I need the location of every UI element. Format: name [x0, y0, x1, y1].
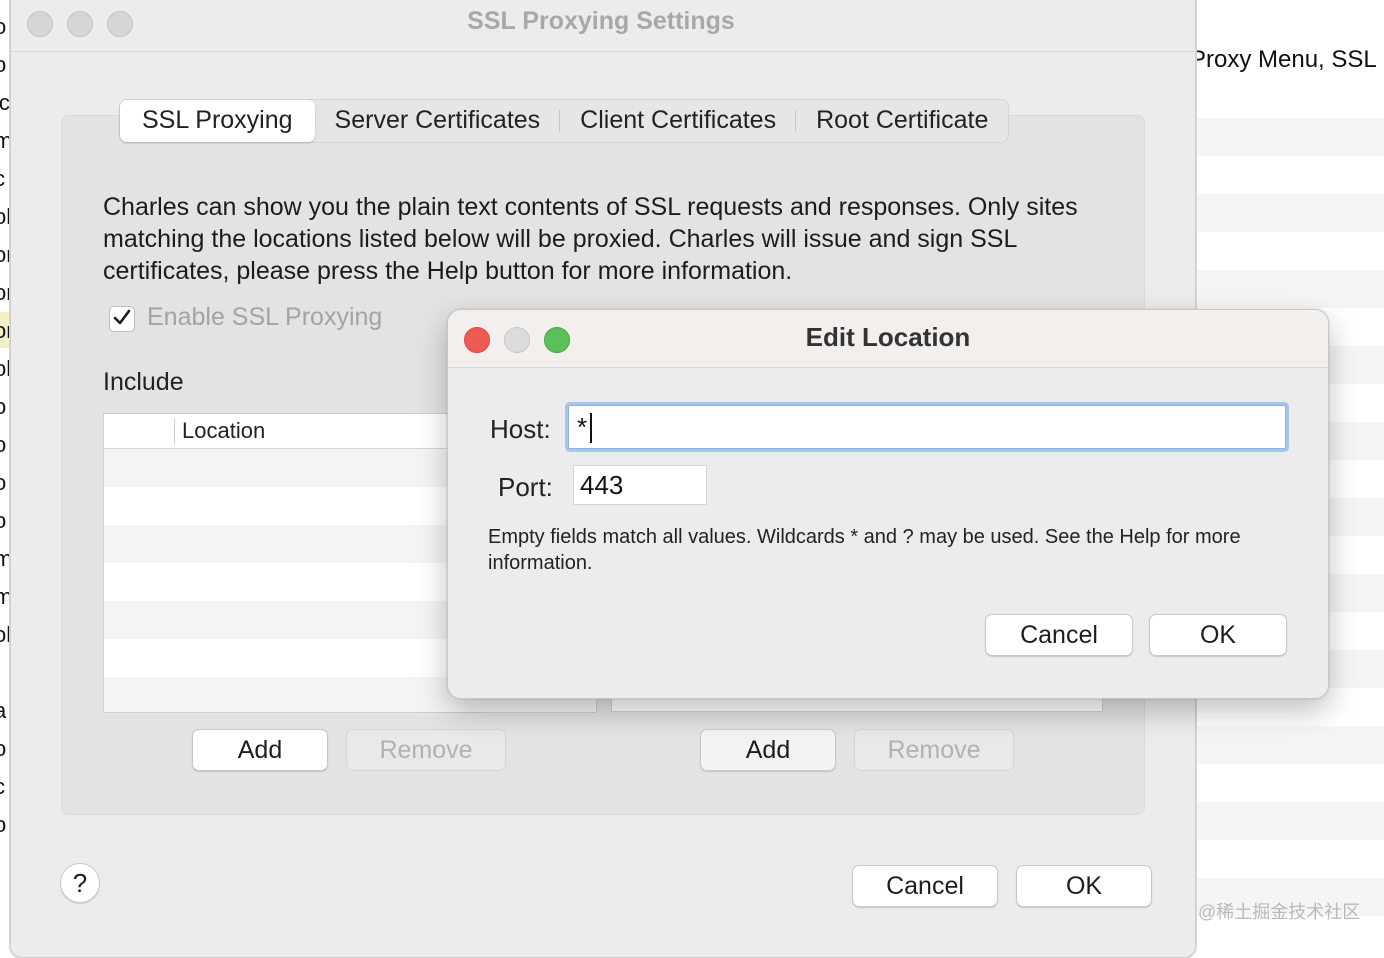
- bg-glyph: c: [0, 774, 5, 800]
- description-text: Charles can show you the plain text cont…: [103, 191, 1103, 287]
- bg-glyph: ic: [0, 90, 10, 116]
- port-input[interactable]: 443: [573, 465, 707, 505]
- wildcard-hint: Empty fields match all values. Wildcards…: [488, 524, 1308, 576]
- row-stripe: [1190, 270, 1384, 308]
- tab-client-certificates[interactable]: Client Certificates: [560, 100, 796, 142]
- row-stripe: [1190, 118, 1384, 156]
- column-divider: [174, 418, 175, 444]
- host-input[interactable]: *: [568, 405, 1286, 449]
- dialog-title: Edit Location: [448, 322, 1328, 353]
- bg-glyph: o: [0, 736, 6, 762]
- host-input-value: *: [577, 412, 587, 443]
- background-doc-text: Proxy Menu, SSL: [1190, 46, 1377, 74]
- dialog-titlebar: Edit Location: [448, 310, 1328, 368]
- bg-glyph: o: [0, 14, 6, 40]
- bg-glyph: o: [0, 432, 6, 458]
- exclude-remove-button[interactable]: Remove: [854, 729, 1014, 771]
- tab-label: Root Certificate: [816, 106, 988, 134]
- help-button[interactable]: ?: [60, 863, 100, 903]
- host-label: Host:: [490, 414, 551, 445]
- tab-ssl-proxying[interactable]: SSL Proxying: [120, 100, 315, 142]
- port-input-value: 443: [580, 470, 623, 501]
- column-header-location[interactable]: Location: [182, 418, 265, 444]
- enable-ssl-proxying-checkbox[interactable]: [109, 306, 135, 332]
- window-titlebar: SSL Proxying Settings: [11, 0, 1195, 52]
- tab-server-certificates[interactable]: Server Certificates: [315, 100, 561, 142]
- ok-button[interactable]: OK: [1016, 865, 1152, 907]
- row-stripe: [1190, 802, 1384, 840]
- bg-glyph: a: [0, 698, 6, 724]
- checkmark-icon: [112, 308, 132, 328]
- window-title: SSL Proxying Settings: [11, 7, 1191, 36]
- tab-label: Client Certificates: [580, 106, 776, 134]
- cancel-button[interactable]: Cancel: [852, 865, 998, 907]
- bg-glyph: o: [0, 394, 6, 420]
- port-label: Port:: [498, 472, 553, 503]
- exclude-add-button[interactable]: Add: [700, 729, 836, 771]
- bg-glyph: c: [0, 166, 5, 192]
- tab-label: Server Certificates: [335, 106, 541, 134]
- include-remove-button[interactable]: Remove: [346, 729, 506, 771]
- tab-root-certificate[interactable]: Root Certificate: [796, 100, 1008, 142]
- dialog-cancel-button[interactable]: Cancel: [985, 614, 1133, 656]
- bg-glyph: o: [0, 508, 6, 534]
- bg-glyph: o: [0, 812, 6, 838]
- text-caret: [590, 413, 592, 443]
- bg-glyph: o: [0, 470, 6, 496]
- enable-ssl-proxying-label: Enable SSL Proxying: [147, 303, 382, 332]
- tab-bar: SSL Proxying Server Certificates Client …: [119, 99, 1009, 143]
- watermark: @稀土掘金技术社区: [1198, 898, 1360, 924]
- include-heading: Include: [103, 368, 184, 397]
- row-stripe: [1190, 726, 1384, 764]
- row-stripe: [1190, 194, 1384, 232]
- include-add-button[interactable]: Add: [192, 729, 328, 771]
- tab-label: SSL Proxying: [142, 106, 293, 134]
- dialog-ok-button[interactable]: OK: [1149, 614, 1287, 656]
- bg-glyph: o: [0, 52, 6, 78]
- edit-location-dialog: Edit Location Host: * Port: 443 Empty fi…: [447, 309, 1329, 699]
